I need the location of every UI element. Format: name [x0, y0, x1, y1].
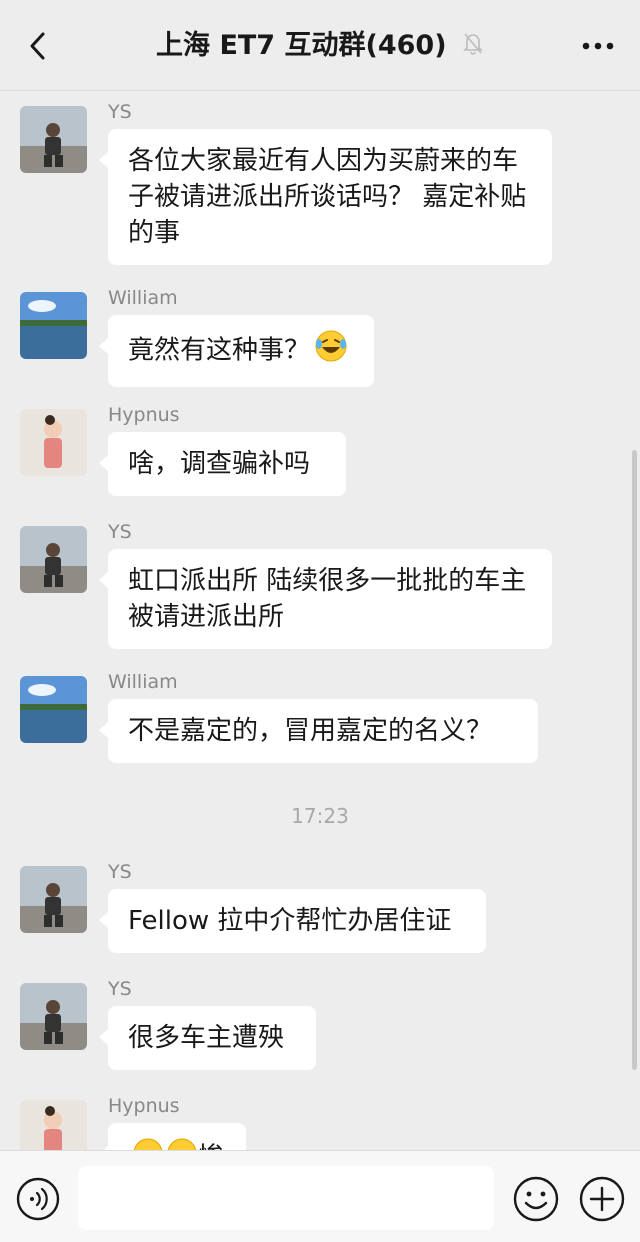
- message-bubble[interactable]: 惨: [99, 1123, 246, 1151]
- timestamp: 17:23: [291, 804, 349, 828]
- message-text: 不是嘉定的，冒用嘉定的名义？: [128, 716, 493, 746]
- more-button[interactable]: [578, 30, 618, 62]
- message-bubble[interactable]: 啥，调查骗补吗: [99, 432, 346, 496]
- voice-button[interactable]: [16, 1177, 60, 1221]
- sender-name: YS: [108, 978, 132, 1000]
- man-on-road-avatar[interactable]: [20, 866, 87, 933]
- sender-name: Hypnus: [108, 1095, 180, 1117]
- message-bubble[interactable]: 虹口派出所 陆续很多一批批的车主被请进派出所: [99, 549, 552, 649]
- man-on-road-avatar[interactable]: [20, 526, 87, 593]
- message-text: 虹口派出所 陆续很多一批批的车主被请进派出所: [128, 566, 527, 632]
- message-input[interactable]: [78, 1166, 494, 1230]
- sender-name: William: [108, 671, 178, 693]
- chat-title: 上海 ET7 互动群(460): [156, 30, 447, 61]
- message-bubble[interactable]: 各位大家最近有人因为买蔚来的车子被请进派出所谈话吗？ 嘉定补贴的事: [99, 129, 552, 265]
- chat-message-list[interactable]: YS 各位大家最近有人因为买蔚来的车子被请进派出所谈话吗？ 嘉定补贴的事 Wil…: [0, 91, 640, 1150]
- chat-title-row: 上海 ET7 互动群(460): [0, 28, 640, 65]
- more-functions-button[interactable]: [578, 1175, 626, 1223]
- chat-header: 上海 ET7 互动群(460): [0, 0, 640, 91]
- message-text: Fellow 拉中介帮忙办居住证: [128, 906, 452, 936]
- sender-name: YS: [108, 861, 132, 883]
- lake-landscape-avatar[interactable]: [20, 292, 87, 359]
- message-bubble[interactable]: 不是嘉定的，冒用嘉定的名义？: [99, 699, 538, 763]
- grimacing-emoji: [132, 1137, 198, 1150]
- emoji-button[interactable]: [512, 1175, 560, 1223]
- message-text: 惨: [198, 1143, 224, 1151]
- sender-name: Hypnus: [108, 404, 180, 426]
- chat-scrollbar[interactable]: [632, 450, 637, 1070]
- bell-off-icon: [462, 29, 484, 65]
- lake-landscape-avatar[interactable]: [20, 676, 87, 743]
- message-input-bar: [0, 1150, 640, 1242]
- child-photo-avatar[interactable]: [20, 409, 87, 476]
- man-on-road-avatar[interactable]: [20, 106, 87, 173]
- sender-name: YS: [108, 101, 132, 123]
- sender-name: YS: [108, 521, 132, 543]
- child-photo-avatar[interactable]: [20, 1100, 87, 1150]
- more-dots-icon: [582, 42, 614, 50]
- message-bubble[interactable]: 很多车主遭殃: [99, 1006, 316, 1070]
- man-on-road-avatar[interactable]: [20, 983, 87, 1050]
- message-bubble[interactable]: 竟然有这种事？: [99, 315, 374, 387]
- message-text: 很多车主遭殃: [128, 1023, 285, 1053]
- plus-icon: [579, 1176, 625, 1222]
- message-bubble[interactable]: Fellow 拉中介帮忙办居住证: [99, 889, 486, 953]
- voice-icon: [16, 1177, 60, 1221]
- laughing-tears-emoji: [314, 329, 348, 373]
- message-text: 啥，调查骗补吗: [128, 449, 311, 479]
- message-text: 各位大家最近有人因为买蔚来的车子被请进派出所谈话吗？ 嘉定补贴的事: [128, 146, 527, 248]
- sender-name: William: [108, 287, 178, 309]
- message-text: 竟然有这种事？: [128, 335, 311, 366]
- smiley-icon: [513, 1176, 559, 1222]
